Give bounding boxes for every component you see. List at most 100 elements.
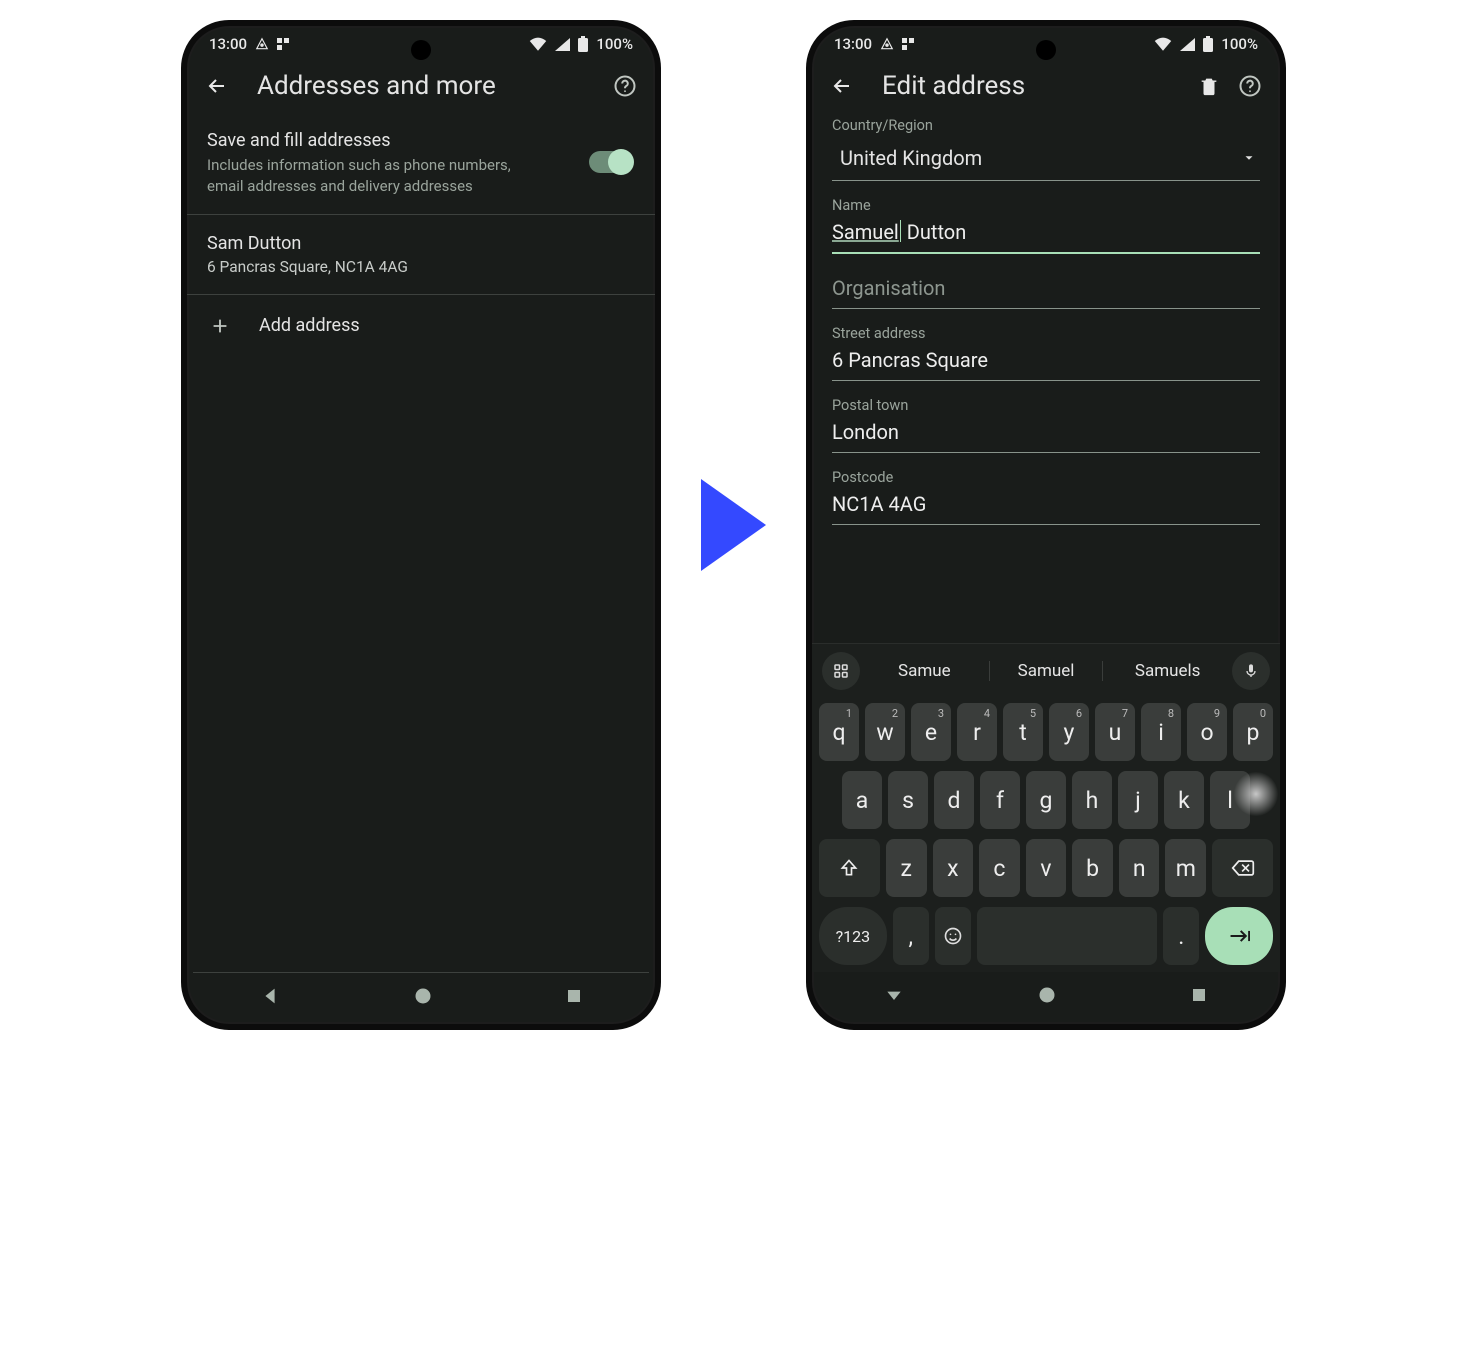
key-t[interactable]: t5 [1003, 703, 1043, 761]
status-time: 13:00 [209, 35, 247, 53]
delete-icon[interactable] [1198, 75, 1220, 97]
key-l[interactable]: l [1210, 771, 1250, 829]
chevron-down-icon [1242, 151, 1256, 165]
key-n[interactable]: n [1119, 839, 1160, 897]
key-s[interactable]: s [888, 771, 928, 829]
status-battery: 100% [596, 35, 633, 53]
key-f[interactable]: f [980, 771, 1020, 829]
key-v[interactable]: v [1026, 839, 1067, 897]
key-k[interactable]: k [1164, 771, 1204, 829]
key-c[interactable]: c [979, 839, 1020, 897]
status-battery: 100% [1221, 35, 1258, 53]
widget-icon [902, 38, 914, 50]
battery-icon [578, 36, 588, 52]
space-key[interactable] [977, 907, 1157, 965]
comma-key[interactable]: , [893, 907, 929, 965]
wifi-icon [529, 37, 547, 51]
key-o[interactable]: o9 [1187, 703, 1227, 761]
camera-cutout [1036, 40, 1056, 60]
key-h[interactable]: h [1072, 771, 1112, 829]
app-bar: Edit address [812, 57, 1280, 113]
help-icon[interactable] [613, 74, 637, 98]
wifi-icon [1154, 37, 1172, 51]
key-b[interactable]: b [1072, 839, 1113, 897]
google-icon [880, 37, 894, 51]
key-e[interactable]: e3 [911, 703, 951, 761]
key-u[interactable]: u7 [1095, 703, 1135, 761]
status-time: 13:00 [834, 35, 872, 53]
key-p[interactable]: p0 [1233, 703, 1273, 761]
signal-icon [1180, 38, 1195, 51]
add-address-label: Add address [259, 315, 360, 336]
emoji-key[interactable] [935, 907, 971, 965]
country-dropdown[interactable]: United Kingdom [832, 138, 1260, 181]
keyboard-row-1: q1w2e3r4t5y6u7i8o9p0 [812, 698, 1280, 766]
suggestion-2[interactable]: Samuel [989, 661, 1104, 681]
suggestion-1[interactable]: Samue [868, 661, 981, 681]
nav-back-icon[interactable] [259, 985, 281, 1007]
nav-home-icon[interactable] [1037, 985, 1057, 1005]
save-fill-toggle-row[interactable]: Save and fill addresses Includes informa… [187, 113, 655, 212]
mic-icon[interactable] [1232, 652, 1270, 690]
app-bar: Addresses and more [187, 57, 655, 113]
name-input[interactable]: Samuel Dutton [832, 214, 1260, 254]
key-q[interactable]: q1 [819, 703, 859, 761]
key-r[interactable]: r4 [957, 703, 997, 761]
toggle-switch-on[interactable] [589, 151, 633, 173]
saved-address-name: Sam Dutton [207, 233, 635, 254]
organisation-input[interactable]: Organisation [832, 270, 1260, 309]
town-input[interactable]: London [832, 414, 1260, 453]
period-key[interactable]: . [1163, 907, 1199, 965]
toggle-subtitle: Includes information such as phone numbe… [207, 155, 527, 196]
divider [187, 214, 655, 215]
key-i[interactable]: i8 [1141, 703, 1181, 761]
keyboard: Samue Samuel Samuels q1w2e3r4t5y6u7i8o9p… [812, 643, 1280, 972]
add-address-row[interactable]: Add address [187, 297, 655, 355]
backspace-key[interactable] [1212, 839, 1273, 897]
key-w[interactable]: w2 [865, 703, 905, 761]
back-icon[interactable] [205, 74, 229, 98]
widget-icon [277, 38, 289, 50]
key-j[interactable]: j [1118, 771, 1158, 829]
plus-icon [209, 315, 231, 337]
town-label: Postal town [832, 397, 1260, 414]
street-input[interactable]: 6 Pancras Square [832, 342, 1260, 381]
nav-home-icon[interactable] [413, 986, 433, 1006]
transition-arrow-icon [701, 479, 766, 571]
system-nav-bar [193, 972, 649, 1018]
key-d[interactable]: d [934, 771, 974, 829]
suggestion-bar: Samue Samuel Samuels [812, 644, 1280, 698]
keyboard-row-4: ?123 , . [812, 902, 1280, 970]
key-z[interactable]: z [886, 839, 927, 897]
saved-address-row[interactable]: Sam Dutton 6 Pancras Square, NC1A 4AG [187, 217, 655, 292]
clipboard-icon[interactable] [822, 652, 860, 690]
google-icon [255, 37, 269, 51]
divider [187, 294, 655, 295]
key-a[interactable]: a [842, 771, 882, 829]
key-g[interactable]: g [1026, 771, 1066, 829]
key-m[interactable]: m [1165, 839, 1206, 897]
postcode-input[interactable]: NC1A 4AG [832, 486, 1260, 525]
keyboard-row-2: asdfghjkl [812, 766, 1280, 834]
camera-cutout [411, 40, 431, 60]
nav-recents-icon[interactable] [1190, 986, 1208, 1004]
symbols-key[interactable]: ?123 [819, 907, 887, 965]
enter-key[interactable] [1205, 907, 1273, 965]
back-icon[interactable] [830, 74, 854, 98]
suggestion-3[interactable]: Samuels [1111, 661, 1224, 681]
street-label: Street address [832, 325, 1260, 342]
page-title: Edit address [882, 71, 1170, 101]
nav-recents-icon[interactable] [565, 987, 583, 1005]
country-value: United Kingdom [840, 146, 982, 170]
battery-icon [1203, 36, 1213, 52]
key-x[interactable]: x [933, 839, 974, 897]
signal-icon [555, 38, 570, 51]
toggle-title: Save and fill addresses [207, 129, 571, 152]
help-icon[interactable] [1238, 74, 1262, 98]
stage: 13:00 100% Addresses and more Save and f… [181, 20, 1286, 1030]
saved-address-line: 6 Pancras Square, NC1A 4AG [207, 258, 635, 276]
shift-key[interactable] [819, 839, 880, 897]
key-y[interactable]: y6 [1049, 703, 1089, 761]
phone-addresses-list: 13:00 100% Addresses and more Save and f… [181, 20, 661, 1030]
nav-keyboard-hide-icon[interactable] [884, 985, 904, 1005]
